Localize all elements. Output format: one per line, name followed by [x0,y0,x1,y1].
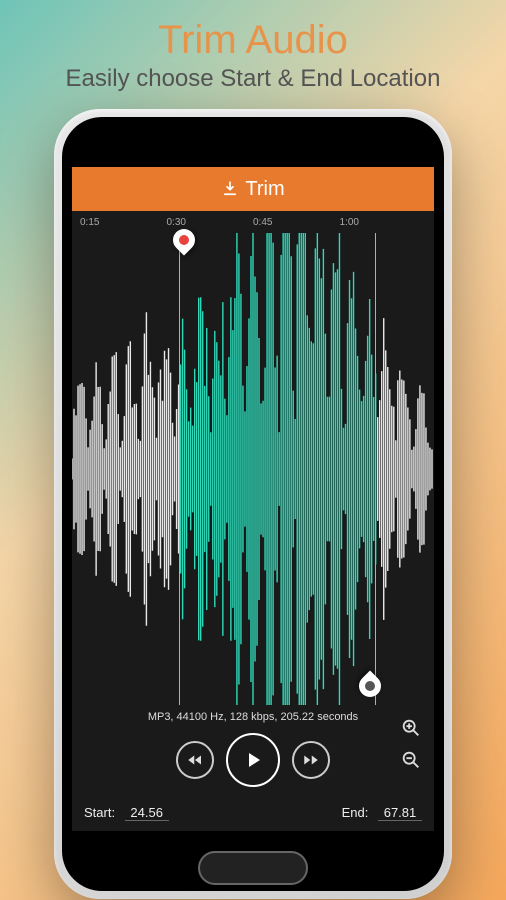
promo-title: Trim Audio [10,18,496,63]
timeline-tick: 1:00 [340,217,427,228]
zoom-in-button[interactable] [400,717,424,741]
start-label: Start: [84,805,115,820]
waveform-area[interactable] [72,233,434,705]
playback-controls [72,727,434,797]
zoom-in-icon [400,717,422,739]
timeline-tick: 0:15 [80,217,167,228]
start-marker[interactable] [173,229,197,259]
forward-icon [302,751,320,769]
timeline-ruler: 0:15 0:30 0:45 1:00 [72,211,434,233]
end-label: End: [342,805,369,820]
start-marker-line [179,233,181,705]
zoom-out-button[interactable] [400,749,424,773]
start-field[interactable]: Start: 24.56 [84,805,169,821]
promo-subtitle: Easily choose Start & End Location [10,65,496,93]
end-field[interactable]: End: 67.81 [342,805,422,821]
trim-button[interactable]: Trim [72,167,434,211]
forward-button[interactable] [292,741,330,779]
audio-info: MP3, 44100 Hz, 128 kbps, 205.22 seconds [72,705,434,727]
play-button[interactable] [226,733,280,787]
zoom-out-icon [400,749,422,771]
app-screen: Trim 0:15 0:30 0:45 1:00 [72,167,434,831]
start-value: 24.56 [125,805,169,821]
waveform-icon [72,233,434,705]
trim-label: Trim [245,178,284,201]
rewind-icon [186,751,204,769]
end-marker-line [375,233,377,705]
trim-values-row: Start: 24.56 End: 67.81 [72,797,434,831]
end-value: 67.81 [378,805,422,821]
rewind-button[interactable] [176,741,214,779]
end-marker[interactable] [359,675,383,707]
play-icon [241,748,265,772]
timeline-tick: 0:45 [253,217,340,228]
phone-frame: Trim 0:15 0:30 0:45 1:00 [54,109,452,899]
promo-header: Trim Audio Easily choose Start & End Loc… [0,0,506,105]
phone-home-button [198,851,308,885]
timeline-tick: 0:30 [167,217,254,228]
trim-icon [221,180,239,198]
